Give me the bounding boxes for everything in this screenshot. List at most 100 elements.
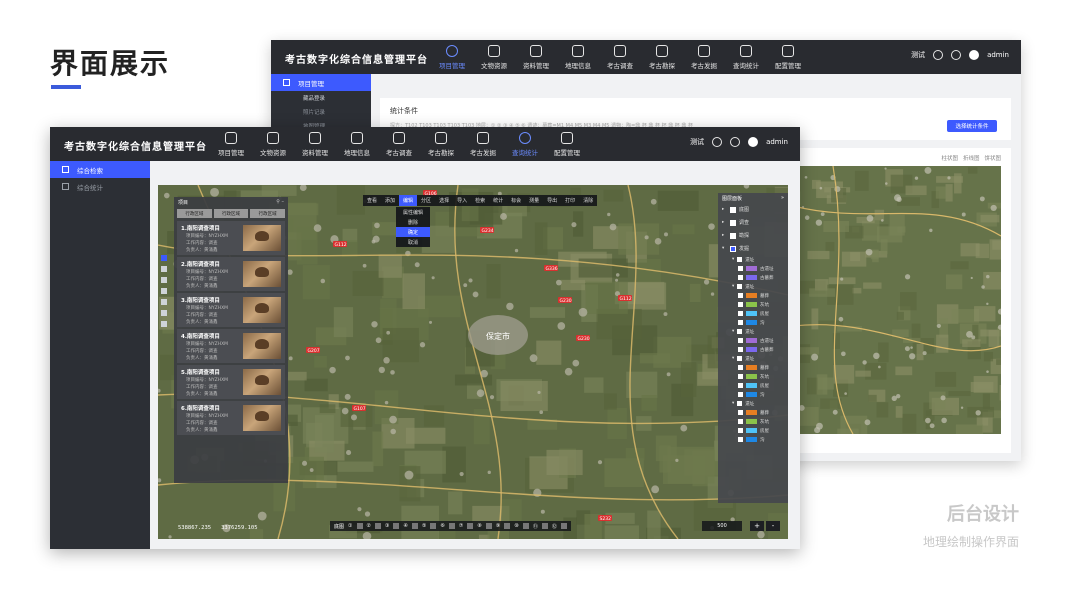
sidebar-sub-item[interactable]: 照片记录 bbox=[271, 105, 371, 119]
nav-item-4[interactable]: 考古调查 bbox=[599, 40, 641, 74]
base-layer-option[interactable]: ① bbox=[348, 523, 352, 529]
base-layer-swatch[interactable] bbox=[522, 523, 529, 529]
layer-checkbox[interactable] bbox=[738, 383, 743, 388]
tab-bar-chart[interactable]: 柱状图 bbox=[941, 154, 958, 162]
layer-leaf[interactable]: 房屋 bbox=[718, 381, 788, 390]
chevron-down-icon[interactable]: ▾ bbox=[732, 356, 734, 361]
nav-item-6[interactable]: 考古发掘 bbox=[462, 127, 504, 161]
zoom-out-button[interactable]: - bbox=[766, 521, 780, 531]
nav-item-3[interactable]: 地理信息 bbox=[557, 40, 599, 74]
project-card[interactable]: 4.南阳调查项目 项目编号：NYZHXM 工作内容：调查 负责人：黄涌鑫 bbox=[177, 329, 285, 363]
power-icon[interactable] bbox=[712, 137, 723, 147]
layer-checkbox[interactable] bbox=[738, 338, 743, 343]
sidebar-item-search[interactable]: 综合检索 bbox=[50, 161, 150, 178]
chevron-right-icon[interactable]: ▾ bbox=[722, 246, 727, 251]
layer-leaf[interactable]: 墓葬 bbox=[718, 291, 788, 300]
edit-menu-item[interactable]: 删除 bbox=[396, 217, 430, 227]
layer-checkbox[interactable] bbox=[737, 401, 743, 406]
zoom-in-button[interactable]: + bbox=[750, 521, 764, 531]
base-layer-option[interactable]: ⑪ bbox=[533, 523, 538, 530]
base-layer-option[interactable]: ⑧ bbox=[477, 523, 481, 529]
nav-item-8[interactable]: 配置管理 bbox=[546, 127, 588, 161]
layer-leaf[interactable]: 房屋 bbox=[718, 426, 788, 435]
nav-item-2[interactable]: 资料管理 bbox=[515, 40, 557, 74]
project-panel-title[interactable]: 项目 bbox=[178, 199, 188, 206]
nav-item-1[interactable]: 文物资源 bbox=[252, 127, 294, 161]
nav-item-0[interactable]: 项目管理 bbox=[210, 127, 252, 161]
chevron-down-icon[interactable]: ▾ bbox=[732, 401, 734, 406]
chevron-down-icon[interactable]: ▾ bbox=[732, 284, 734, 289]
nav-item-8[interactable]: 配置管理 bbox=[767, 40, 809, 74]
base-layer-option[interactable]: ③ bbox=[385, 523, 389, 529]
image-tool-icon[interactable] bbox=[161, 266, 167, 272]
search-icon[interactable]: ⚲ – bbox=[276, 199, 284, 205]
layer-checkbox[interactable] bbox=[738, 365, 743, 370]
tab-line-chart[interactable]: 折线图 bbox=[963, 154, 980, 162]
gear-icon[interactable] bbox=[951, 50, 962, 60]
layer-leaf[interactable]: 古墓葬 bbox=[718, 273, 788, 282]
region-filter-select[interactable]: 行政区域 bbox=[213, 209, 249, 218]
nav-item-7[interactable]: 查询统计 bbox=[504, 127, 546, 161]
base-layer-option[interactable]: ⑨ bbox=[496, 523, 500, 529]
base-layer-option[interactable]: ⑦ bbox=[459, 523, 463, 529]
toolbar-item[interactable]: 添加 bbox=[381, 195, 399, 206]
layer-checkbox[interactable] bbox=[738, 266, 743, 271]
layer-checkbox[interactable] bbox=[738, 410, 743, 415]
layer-checkbox[interactable] bbox=[738, 293, 743, 298]
base-layer-swatch[interactable] bbox=[560, 523, 567, 529]
layer-checkbox[interactable] bbox=[738, 437, 743, 442]
project-card[interactable]: 5.南阳调查项目 项目编号：NYZHXM 工作内容：调查 负责人：黄涌鑫 bbox=[177, 365, 285, 399]
toolbar-item[interactable]: 测量 bbox=[525, 195, 543, 206]
layer-leaf[interactable]: 灰坑 bbox=[718, 300, 788, 309]
base-layer-swatch[interactable] bbox=[411, 523, 418, 529]
toolbar-item[interactable]: 标会 bbox=[507, 195, 525, 206]
base-layer-swatch[interactable] bbox=[485, 523, 492, 529]
layer-leaf[interactable]: 古墓葬 bbox=[718, 345, 788, 354]
gear-icon[interactable] bbox=[730, 137, 741, 147]
layer-checkbox[interactable] bbox=[737, 356, 743, 361]
layer-row[interactable]: ▾ 发掘 bbox=[718, 242, 788, 255]
layer-checkbox[interactable] bbox=[738, 347, 743, 352]
base-layer-swatch[interactable] bbox=[541, 523, 548, 529]
layer-row[interactable]: ▸ 底图 bbox=[718, 203, 788, 216]
user-name[interactable]: admin bbox=[987, 51, 1009, 59]
layer-leaf[interactable]: 古遗址 bbox=[718, 264, 788, 273]
toolbar-item[interactable]: 导出 bbox=[543, 195, 561, 206]
base-layer-swatch[interactable] bbox=[467, 523, 474, 529]
layer-checkbox[interactable] bbox=[738, 392, 743, 397]
layer-checkbox[interactable] bbox=[738, 419, 743, 424]
video-tool-icon[interactable] bbox=[161, 288, 167, 294]
layer-checkbox[interactable] bbox=[730, 232, 736, 239]
gear-tool-icon[interactable] bbox=[161, 310, 167, 316]
sidebar-item-project[interactable]: 项目管理 bbox=[271, 74, 371, 91]
layer-row[interactable]: ▸ 勘探 bbox=[718, 229, 788, 242]
layer-group[interactable]: ▾ 遗址 bbox=[718, 327, 788, 336]
toolbar-item[interactable]: 打印 bbox=[561, 195, 579, 206]
base-layer-option[interactable]: ⑩ bbox=[514, 523, 518, 529]
nav-item-2[interactable]: 资料管理 bbox=[294, 127, 336, 161]
layer-checkbox[interactable] bbox=[738, 311, 743, 316]
tab-pie-chart[interactable]: 饼状图 bbox=[984, 154, 1001, 162]
layer-row[interactable]: ▸ 调查 bbox=[718, 216, 788, 229]
layer-checkbox[interactable] bbox=[738, 275, 743, 280]
layer-checkbox[interactable] bbox=[730, 206, 736, 213]
base-layer-option[interactable]: ④ bbox=[403, 523, 407, 529]
chevron-right-icon[interactable]: ▸ bbox=[722, 220, 727, 225]
edit-menu-item[interactable]: 取消 bbox=[396, 237, 430, 247]
map-view[interactable]: 保定市G106G234G112G207G230G112G336G230S232G… bbox=[158, 185, 788, 539]
layer-leaf[interactable]: 沟 bbox=[718, 390, 788, 399]
project-card[interactable]: 2.南阳调查项目 项目编号：NYZHXM 工作内容：调查 负责人：黄涌鑫 bbox=[177, 257, 285, 291]
layer-leaf[interactable]: 沟 bbox=[718, 435, 788, 444]
chevron-right-icon[interactable]: ▸ bbox=[722, 207, 727, 212]
base-layer-option[interactable]: ⑥ bbox=[440, 523, 444, 529]
layer-group[interactable]: ▾ 遗址 bbox=[718, 255, 788, 264]
layer-checkbox[interactable] bbox=[737, 257, 743, 262]
layer-leaf[interactable]: 墓葬 bbox=[718, 408, 788, 417]
power-icon[interactable] bbox=[933, 50, 944, 60]
avatar[interactable] bbox=[748, 137, 759, 147]
project-card[interactable]: 3.南阳调查项目 项目编号：NYZHXM 工作内容：调查 负责人：黄涌鑫 bbox=[177, 293, 285, 327]
pen-tool-icon[interactable] bbox=[161, 277, 167, 283]
nav-item-4[interactable]: 考古调查 bbox=[378, 127, 420, 161]
nav-item-7[interactable]: 查询统计 bbox=[725, 40, 767, 74]
layer-leaf[interactable]: 沟 bbox=[718, 318, 788, 327]
